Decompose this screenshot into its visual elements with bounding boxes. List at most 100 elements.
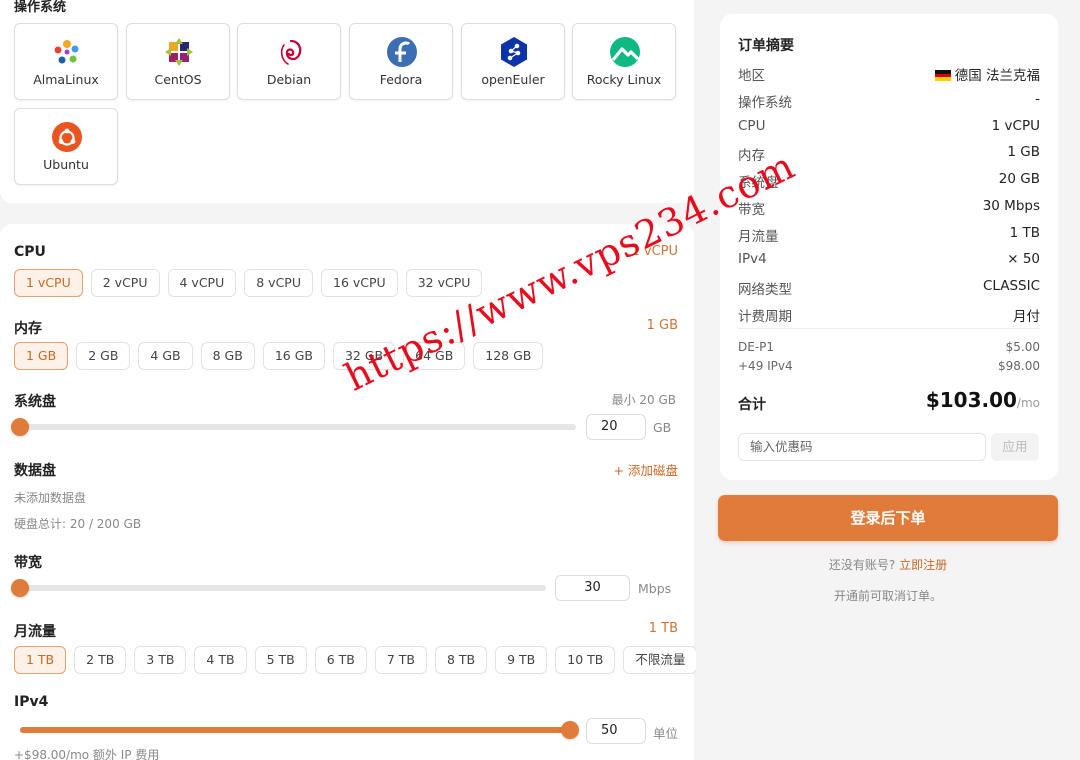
traffic-option[interactable]: 1 TB — [14, 646, 67, 674]
traffic-option[interactable]: 6 TB — [314, 646, 367, 674]
line-item-price: $5.00 — [1005, 340, 1040, 354]
cpu-option[interactable]: 2 vCPU — [90, 269, 160, 297]
summary-row: 计费周期 月付 — [738, 305, 1040, 325]
ubuntu-icon — [52, 122, 82, 152]
ipv4-slider-knob[interactable] — [561, 721, 579, 739]
summary-value: - — [1035, 91, 1040, 107]
memory-selected-value: 1 GB — [646, 318, 678, 333]
config-card — [0, 224, 694, 760]
bandwidth-slider[interactable] — [11, 579, 546, 597]
debian-icon — [280, 39, 302, 65]
register-link[interactable]: 立即注册 — [899, 558, 947, 572]
login-to-order-button[interactable]: 登录后下单 — [718, 495, 1058, 541]
bandwidth-slider-knob[interactable] — [11, 579, 29, 597]
cpu-option[interactable]: 16 vCPU — [321, 269, 398, 297]
line-item-label: +49 IPv4 — [738, 359, 793, 373]
data-disk-empty-text: 未添加数据盘 — [14, 491, 87, 505]
traffic-option[interactable]: 5 TB — [254, 646, 307, 674]
cpu-options: 1 vCPU 2 vCPU 4 vCPU 8 vCPU 16 vCPU 32 vCPU — [14, 269, 483, 297]
cancel-note: 开通前可取消订单。 — [833, 589, 942, 603]
system-disk-section-title: 系统盘 — [14, 394, 56, 410]
coupon-input[interactable]: 输入优惠码 — [738, 433, 986, 461]
traffic-option[interactable]: 3 TB — [134, 646, 187, 674]
data-disk-section-title: 数据盘 — [14, 463, 56, 479]
memory-option[interactable]: 8 GB — [200, 342, 255, 370]
bandwidth-input[interactable]: 30 — [555, 575, 630, 601]
system-disk-input[interactable]: 20 — [586, 414, 646, 440]
register-prompt-line: 还没有账号? 立即注册 — [696, 556, 1080, 573]
summary-value: CLASSIC — [982, 277, 1040, 294]
os-label: CentOS — [154, 72, 202, 87]
cpu-option[interactable]: 32 vCPU — [405, 269, 483, 297]
apply-coupon-button[interactable]: 应用 — [991, 433, 1039, 461]
centos-icon — [165, 38, 193, 66]
os-label: AlmaLinux — [33, 72, 99, 87]
summary-row-region: 地区 德国 法兰克福 — [738, 64, 1040, 84]
traffic-option[interactable]: 8 TB — [434, 646, 488, 674]
register-prompt: 还没有账号? — [828, 558, 896, 572]
traffic-option[interactable]: 10 TB — [555, 646, 616, 674]
os-label: openEuler — [481, 72, 545, 87]
summary-value: 20 GB — [998, 171, 1040, 188]
ipv4-unit: 单位 — [653, 726, 679, 741]
traffic-option[interactable]: 9 TB — [495, 646, 548, 674]
disk-total-text: 硬盘总计: 20 / 200 GB — [14, 517, 142, 531]
memory-option[interactable]: 2 GB — [76, 342, 131, 370]
traffic-option[interactable]: 不限流量 — [623, 646, 698, 674]
traffic-option[interactable]: 4 TB — [194, 646, 247, 674]
summary-value: 1 TB — [1009, 224, 1040, 241]
ipv4-section-title: IPv4 — [14, 694, 49, 710]
system-disk-slider-knob[interactable] — [11, 418, 29, 436]
summary-row: IPv4 × 50 — [738, 251, 1040, 271]
traffic-selected-value: 1 TB — [648, 621, 678, 636]
memory-option[interactable]: 4 GB — [138, 342, 193, 370]
os-tile-rocky-linux[interactable]: Rocky Linux — [572, 23, 676, 100]
os-label: Ubuntu — [43, 157, 89, 172]
cpu-option[interactable]: 8 vCPU — [244, 269, 313, 297]
order-summary-title: 订单摘要 — [738, 38, 794, 54]
summary-row: 带宽 30 Mbps — [738, 198, 1040, 218]
ipv4-input[interactable]: 50 — [586, 718, 646, 744]
summary-value: 月付 — [1013, 308, 1040, 325]
cpu-section-title: CPU — [14, 244, 46, 260]
summary-row: 月流量 1 TB — [738, 225, 1040, 245]
price-line-item: +49 IPv4 $98.00 — [738, 359, 1040, 373]
cpu-option[interactable]: 1 vCPU — [14, 269, 83, 297]
ipv4-slider[interactable] — [20, 721, 579, 739]
system-disk-slider[interactable] — [11, 418, 576, 436]
ipv4-fee-note: +$98.00/mo 额外 IP 费用 — [14, 748, 160, 760]
traffic-option[interactable]: 7 TB — [374, 646, 427, 674]
line-item-label: DE-P1 — [738, 340, 775, 354]
total-amount: $103.00 — [925, 388, 1017, 412]
openeuler-icon — [501, 37, 527, 67]
os-tile-ubuntu[interactable]: Ubuntu — [14, 108, 118, 185]
os-card: 操作系统 AlmaLinux CentOS Debian Fedora open… — [0, 0, 694, 203]
os-tile-debian[interactable]: Debian — [237, 23, 341, 100]
os-section-title: 操作系统 — [14, 0, 67, 15]
system-disk-unit: GB — [653, 420, 672, 435]
almalinux-icon — [54, 40, 79, 64]
total-price: $103.00/mo — [926, 388, 1040, 412]
summary-key: 地区 — [738, 68, 765, 84]
traffic-option[interactable]: 2 TB — [74, 646, 127, 674]
os-tile-fedora[interactable]: Fedora — [349, 23, 453, 100]
summary-row: 网络类型 CLASSIC — [738, 278, 1040, 298]
fedora-icon — [387, 37, 417, 67]
add-disk-button[interactable]: + 添加磁盘 — [614, 460, 678, 479]
cpu-option[interactable]: 4 vCPU — [167, 269, 237, 297]
germany-flag-icon — [934, 70, 951, 81]
summary-value: 1 GB — [1007, 144, 1040, 161]
os-tile-openeuler[interactable]: openEuler — [461, 23, 565, 100]
total-label: 合计 — [738, 397, 766, 413]
summary-value: × 50 — [1007, 251, 1040, 268]
line-item-price: $98.00 — [998, 359, 1040, 373]
memory-option[interactable]: 1 GB — [14, 342, 69, 370]
summary-key: 网络类型 — [738, 281, 792, 298]
os-tile-centos[interactable]: CentOS — [126, 23, 230, 100]
order-summary-card: 订单摘要 地区 德国 法兰克福 操作系统 - CPU 1 vCPU 内存 1 GB 系统盘 2… — [720, 14, 1058, 480]
os-tile-almalinux[interactable]: AlmaLinux — [14, 23, 118, 100]
memory-option[interactable]: 16 GB — [262, 342, 325, 370]
memory-option[interactable]: 128 GB — [473, 342, 544, 370]
summary-key: CPU — [738, 117, 766, 134]
bandwidth-unit: Mbps — [638, 581, 672, 596]
